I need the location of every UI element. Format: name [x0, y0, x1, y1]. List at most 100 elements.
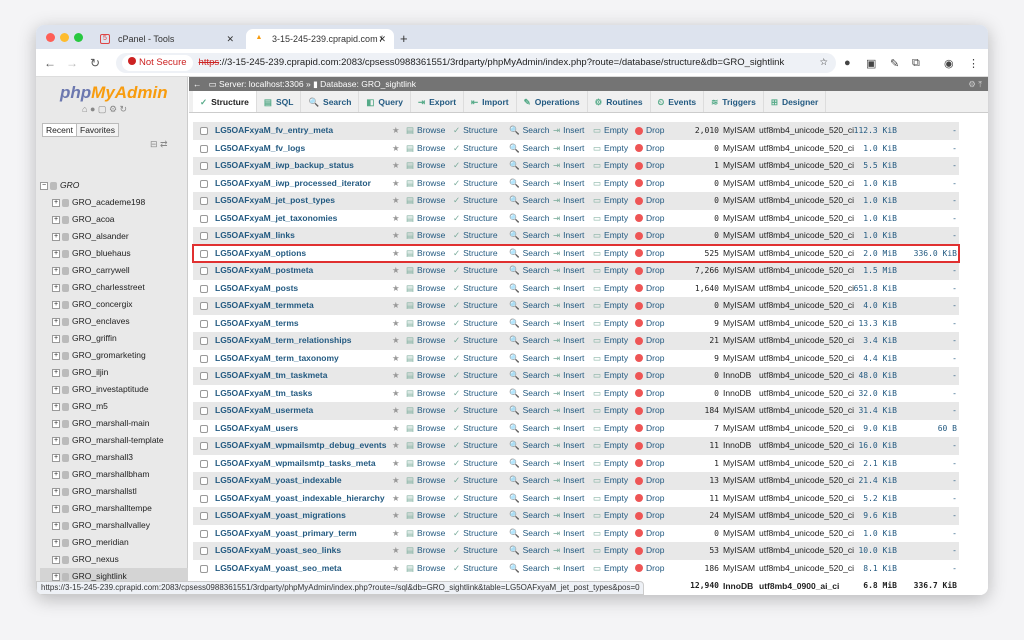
tree-item-gro-griffin[interactable]: + GRO_griffin — [40, 330, 188, 347]
empty-action[interactable]: ▭ Empty — [593, 297, 628, 315]
tree-item-gro-marshallstl[interactable]: + GRO_marshallstl — [40, 483, 188, 500]
browse-action[interactable]: ▤ Browse — [406, 490, 445, 508]
insert-action[interactable]: ⇥ Insert — [553, 472, 584, 490]
search-action[interactable]: 🔍 Search — [509, 437, 550, 455]
table-name-link[interactable]: LG5OAFxyaM_jet_post_types — [215, 192, 335, 210]
size[interactable]: 3.4 KiB — [843, 332, 897, 350]
tree-item-gro-marshallvalley[interactable]: + GRO_marshallvalley — [40, 517, 188, 534]
row-checkbox[interactable] — [200, 354, 208, 363]
collapse-all-icon[interactable]: ⊟ ⇄ — [150, 139, 168, 150]
size[interactable]: 32.0 KiB — [843, 385, 897, 403]
table-name-link[interactable]: LG5OAFxyaM_yoast_indexable — [215, 472, 342, 490]
empty-action[interactable]: ▭ Empty — [593, 332, 628, 350]
tree-item-gro-meridian[interactable]: + GRO_meridian — [40, 534, 188, 551]
search-action[interactable]: 🔍 Search — [509, 315, 550, 333]
insert-action[interactable]: ⇥ Insert — [553, 525, 584, 543]
row-checkbox[interactable] — [200, 442, 208, 450]
structure-action[interactable]: ✓ Structure — [453, 122, 498, 140]
browse-action[interactable]: ▤ Browse — [406, 525, 445, 543]
structure-action[interactable]: ✓ Structure — [453, 542, 498, 560]
size[interactable]: 1.0 KiB — [843, 227, 897, 245]
expand-icon[interactable]: + — [52, 249, 60, 258]
search-action[interactable]: 🔍 Search — [509, 385, 550, 403]
browse-action[interactable]: ▤ Browse — [406, 332, 445, 350]
tree-item-gro-enclaves[interactable]: + GRO_enclaves — [40, 313, 188, 330]
row-checkbox[interactable] — [200, 267, 208, 275]
size[interactable]: 112.3 KiB — [843, 122, 897, 140]
row-checkbox[interactable] — [200, 319, 208, 328]
search-action[interactable]: 🔍 Search — [509, 420, 550, 438]
structure-action[interactable]: ✓ Structure — [453, 315, 498, 333]
browse-action[interactable]: ▤ Browse — [406, 245, 445, 263]
row-checkbox[interactable] — [200, 284, 208, 293]
size[interactable]: 651.8 KiB — [843, 280, 897, 298]
row-checkbox[interactable] — [200, 529, 208, 538]
favorite-star-icon[interactable]: ★ — [392, 367, 400, 385]
empty-action[interactable]: ▭ Empty — [593, 157, 628, 175]
size[interactable]: 1.0 KiB — [843, 210, 897, 228]
insert-action[interactable]: ⇥ Insert — [553, 542, 584, 560]
settings-icon[interactable]: ⚙ — [109, 104, 117, 114]
insert-action[interactable]: ⇥ Insert — [553, 437, 584, 455]
tree-item-gro-marshall3[interactable]: + GRO_marshall3 — [40, 449, 188, 466]
browse-action[interactable]: ▤ Browse — [406, 420, 445, 438]
favorite-star-icon[interactable]: ★ — [392, 472, 400, 490]
table-name-link[interactable]: LG5OAFxyaM_yoast_seo_meta — [215, 560, 342, 578]
minimize-window-button[interactable] — [60, 33, 69, 42]
structure-action[interactable]: ✓ Structure — [453, 367, 498, 385]
insert-action[interactable]: ⇥ Insert — [553, 122, 584, 140]
menu-icon[interactable]: ⋮ — [968, 57, 979, 70]
search-action[interactable]: 🔍 Search — [509, 490, 550, 508]
row-checkbox[interactable] — [200, 179, 208, 188]
empty-action[interactable]: ▭ Empty — [593, 437, 628, 455]
search-action[interactable]: 🔍 Search — [509, 507, 550, 525]
table-name-link[interactable]: LG5OAFxyaM_fv_logs — [215, 140, 305, 158]
empty-action[interactable]: ▭ Empty — [593, 245, 628, 263]
tab-structure[interactable]: ✓ Structure — [193, 91, 257, 112]
logout-icon[interactable]: ● — [90, 104, 95, 114]
table-name-link[interactable]: LG5OAFxyaM_links — [215, 227, 295, 245]
table-name-link[interactable]: LG5OAFxyaM_fv_entry_meta — [215, 122, 333, 140]
tab-search[interactable]: 🔍 Search — [301, 91, 360, 112]
browse-action[interactable]: ▤ Browse — [406, 402, 445, 420]
size[interactable]: 1.0 KiB — [843, 175, 897, 193]
favorite-star-icon[interactable]: ★ — [392, 455, 400, 473]
size[interactable]: 1.5 MiB — [843, 262, 897, 280]
insert-action[interactable]: ⇥ Insert — [553, 420, 584, 438]
favorite-star-icon[interactable]: ★ — [392, 297, 400, 315]
tree-item-gro-bluehaus[interactable]: + GRO_bluehaus — [40, 245, 188, 262]
tab-query[interactable]: ◧ Query — [359, 91, 411, 112]
size[interactable]: 1.0 KiB — [843, 192, 897, 210]
url-bar[interactable]: Not Secure https://3-15-245-239.cprapid.c… — [116, 53, 836, 73]
search-action[interactable]: 🔍 Search — [509, 350, 550, 368]
table-name-link[interactable]: LG5OAFxyaM_terms — [215, 315, 299, 333]
size[interactable]: 5.5 KiB — [843, 157, 897, 175]
browse-action[interactable]: ▤ Browse — [406, 507, 445, 525]
size[interactable]: 4.4 KiB — [843, 350, 897, 368]
forward-icon[interactable]: → — [66, 56, 78, 70]
row-checkbox[interactable] — [200, 214, 208, 223]
search-action[interactable]: 🔍 Search — [509, 402, 550, 420]
search-action[interactable]: 🔍 Search — [509, 332, 550, 350]
expand-icon[interactable]: + — [52, 334, 60, 343]
new-tab-button[interactable]: + — [394, 29, 408, 49]
browse-action[interactable]: ▤ Browse — [406, 122, 445, 140]
phpmyadmin-logo[interactable]: phpMyAdmin — [60, 83, 168, 103]
browse-action[interactable]: ▤ Browse — [406, 280, 445, 298]
expand-icon[interactable]: + — [52, 453, 60, 462]
size[interactable]: 13.3 KiB — [843, 315, 897, 333]
structure-action[interactable]: ✓ Structure — [453, 385, 498, 403]
row-checkbox[interactable] — [200, 127, 208, 135]
size[interactable]: 31.4 KiB — [843, 402, 897, 420]
browse-action[interactable]: ▤ Browse — [406, 175, 445, 193]
insert-action[interactable]: ⇥ Insert — [553, 157, 584, 175]
insert-action[interactable]: ⇥ Insert — [553, 245, 584, 263]
insert-action[interactable]: ⇥ Insert — [553, 175, 584, 193]
empty-action[interactable]: ▭ Empty — [593, 560, 628, 578]
size[interactable]: 16.0 KiB — [843, 437, 897, 455]
search-action[interactable]: 🔍 Search — [509, 472, 550, 490]
insert-action[interactable]: ⇥ Insert — [553, 140, 584, 158]
row-checkbox[interactable] — [200, 337, 208, 345]
table-name-link[interactable]: LG5OAFxyaM_jet_taxonomies — [215, 210, 337, 228]
empty-action[interactable]: ▭ Empty — [593, 455, 628, 473]
